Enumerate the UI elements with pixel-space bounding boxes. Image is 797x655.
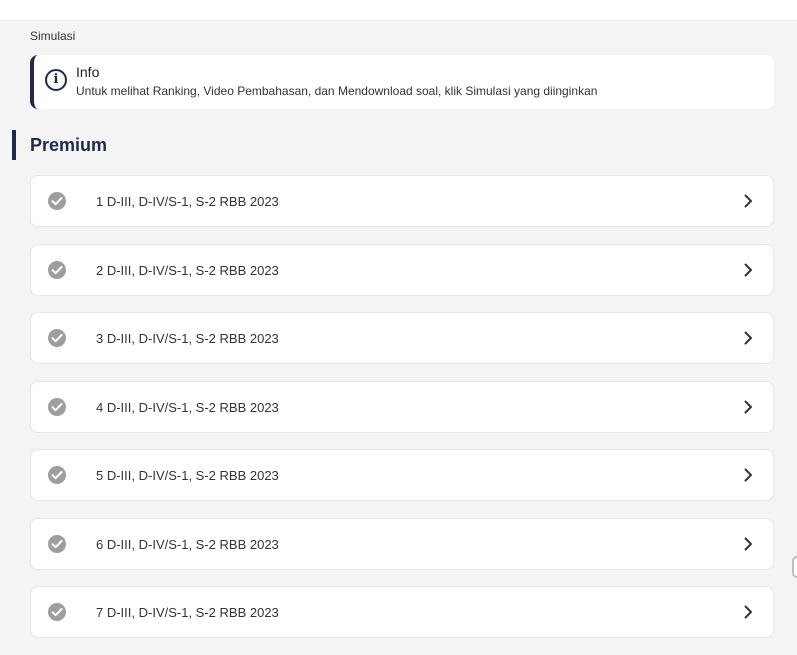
info-text: Untuk melihat Ranking, Video Pembahasan,… [76,84,598,98]
list-item[interactable]: 3 D-III, D-IV/S-1, S-2 RBB 2023 [30,312,774,364]
list-item[interactable]: 5 D-III, D-IV/S-1, S-2 RBB 2023 [30,449,774,501]
list-item-label: 3 D-III, D-IV/S-1, S-2 RBB 2023 [96,331,279,346]
chevron-right-icon [744,331,752,345]
info-card: i Info Untuk melihat Ranking, Video Pemb… [30,55,774,109]
breadcrumb: Simulasi [30,29,76,43]
info-icon: i [45,69,67,91]
check-circle-icon [48,329,66,347]
check-circle-icon [48,603,66,621]
check-circle-icon [48,534,66,553]
list-item-label: 2 D-III, D-IV/S-1, S-2 RBB 2023 [96,262,279,278]
list-item[interactable]: 1 D-III, D-IV/S-1, S-2 RBB 2023 [30,175,774,227]
chevron-right-icon [744,605,752,619]
top-bar [0,0,797,21]
list-item[interactable]: 7 D-III, D-IV/S-1, S-2 RBB 2023 [30,586,774,638]
section-title: Premium [30,135,108,155]
simulation-list: 1 D-III, D-IV/S-1, S-2 RBB 2023 2 D-III,… [30,175,774,655]
list-item[interactable]: 4 D-III, D-IV/S-1, S-2 RBB 2023 [30,380,774,433]
check-circle-icon [48,260,66,279]
list-item-label: 5 D-III, D-IV/S-1, S-2 RBB 2023 [96,468,279,483]
list-item-label: 7 D-III, D-IV/S-1, S-2 RBB 2023 [96,605,279,620]
list-item-label: 1 D-III, D-IV/S-1, S-2 RBB 2023 [96,194,279,209]
check-circle-icon [48,192,66,210]
check-circle-icon [48,466,66,484]
list-item[interactable]: 2 D-III, D-IV/S-1, S-2 RBB 2023 [30,243,774,296]
chevron-right-icon [744,194,752,208]
chevron-right-icon [744,537,752,550]
chevron-right-icon [744,468,752,482]
list-item[interactable]: 6 D-III, D-IV/S-1, S-2 RBB 2023 [30,517,774,570]
list-item-label: 4 D-III, D-IV/S-1, S-2 RBB 2023 [96,399,279,415]
scroll-handle[interactable] [792,556,797,578]
check-circle-icon [48,397,66,416]
chevron-right-icon [744,400,752,413]
info-title: Info [76,64,100,80]
chevron-right-icon [744,263,752,276]
list-item-label: 6 D-III, D-IV/S-1, S-2 RBB 2023 [96,536,279,552]
section-accent-bar [12,130,16,160]
main-content: Simulasi i Info Untuk melihat Ranking, V… [12,21,788,638]
